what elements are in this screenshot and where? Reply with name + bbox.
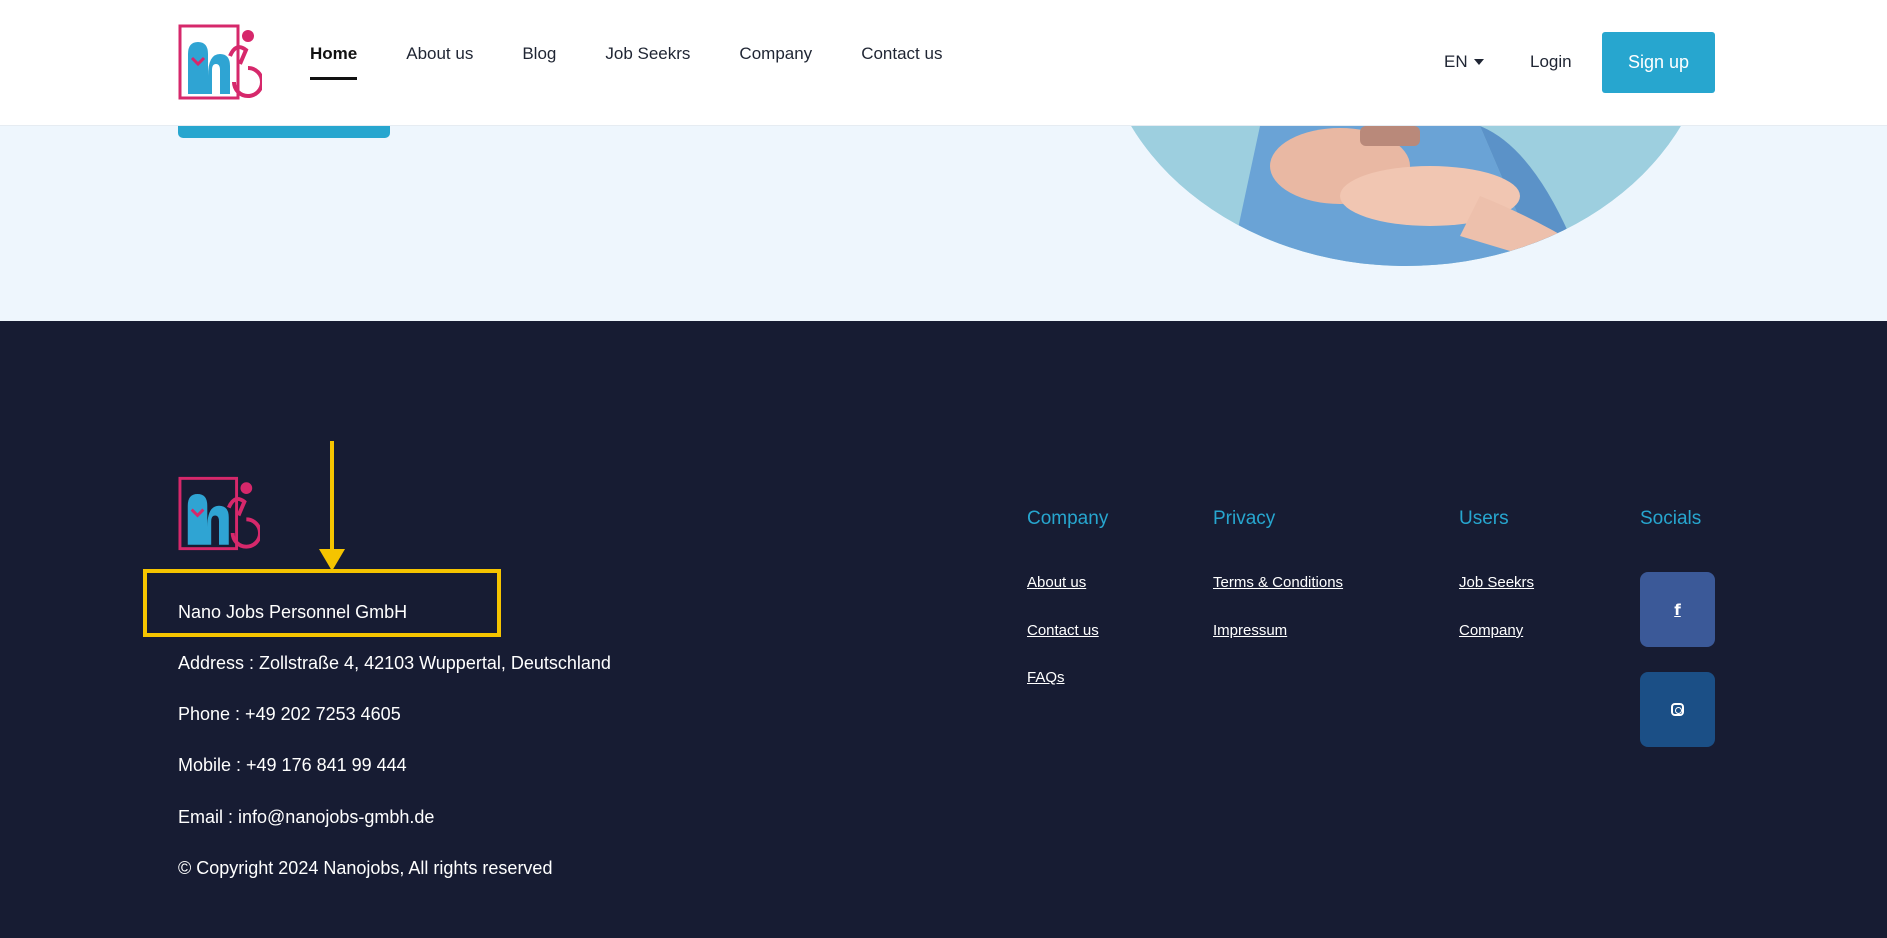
footer-link-terms[interactable]: Terms & Conditions <box>1213 574 1343 591</box>
footer-link-about-us[interactable]: About us <box>1027 574 1086 591</box>
hero-section <box>0 126 1887 321</box>
language-selector[interactable]: EN <box>1444 52 1484 72</box>
signup-button[interactable]: Sign up <box>1602 32 1715 93</box>
footer-privacy-title: Privacy <box>1213 508 1276 529</box>
nav-home-label: Home <box>310 44 358 63</box>
footer-link-faqs[interactable]: FAQs <box>1027 669 1065 686</box>
nav-about-us[interactable]: About us <box>406 44 473 84</box>
active-underline <box>310 77 358 80</box>
nav-blog[interactable]: Blog <box>522 44 556 84</box>
language-label: EN <box>1444 52 1468 71</box>
footer-company-title: Company <box>1027 508 1109 529</box>
facebook-button[interactable]: f <box>1640 572 1715 647</box>
nav-job-seekrs[interactable]: Job Seekrs <box>605 44 690 84</box>
mobile-text: Mobile : +49 176 841 99 444 <box>178 755 407 775</box>
nav-company[interactable]: Company <box>739 44 812 84</box>
footer-users-title: Users <box>1459 508 1509 529</box>
annotation-arrow-line <box>330 441 334 551</box>
nav-contact-us[interactable]: Contact us <box>861 44 942 84</box>
hero-image <box>1100 126 1712 266</box>
nav-home[interactable]: Home <box>310 44 358 84</box>
login-link[interactable]: Login <box>1530 52 1572 72</box>
site-header: Home About us Blog Job Seekrs Company Co… <box>0 0 1887 126</box>
instagram-icon <box>1671 703 1684 716</box>
address-text: Address : Zollstraße 4, 42103 Wuppertal,… <box>178 653 611 673</box>
footer-link-company[interactable]: Company <box>1459 622 1523 639</box>
copyright-text: © Copyright 2024 Nanojobs, All rights re… <box>178 858 553 878</box>
company-name: Nano Jobs Personnel GmbH <box>178 602 408 622</box>
email-text: Email : info@nanojobs-gmbh.de <box>178 807 435 827</box>
footer-link-job-seekrs[interactable]: Job Seekrs <box>1459 574 1534 591</box>
footer-socials-title: Socials <box>1640 508 1702 529</box>
instagram-button[interactable] <box>1640 672 1715 747</box>
footer-link-contact-us[interactable]: Contact us <box>1027 622 1099 639</box>
phone-text: Phone : +49 202 7253 4605 <box>178 704 401 724</box>
site-logo[interactable] <box>178 24 264 100</box>
annotation-arrow-head <box>319 549 345 571</box>
footer-link-impressum[interactable]: Impressum <box>1213 622 1287 639</box>
footer-logo[interactable] <box>178 476 262 551</box>
site-footer: Nano Jobs Personnel GmbH Address : Zolls… <box>0 321 1887 938</box>
chevron-down-icon <box>1473 59 1484 65</box>
main-nav: Home About us Blog Job Seekrs Company Co… <box>310 44 991 84</box>
facebook-icon: f <box>1674 600 1681 619</box>
hero-cta-button[interactable] <box>178 126 390 138</box>
